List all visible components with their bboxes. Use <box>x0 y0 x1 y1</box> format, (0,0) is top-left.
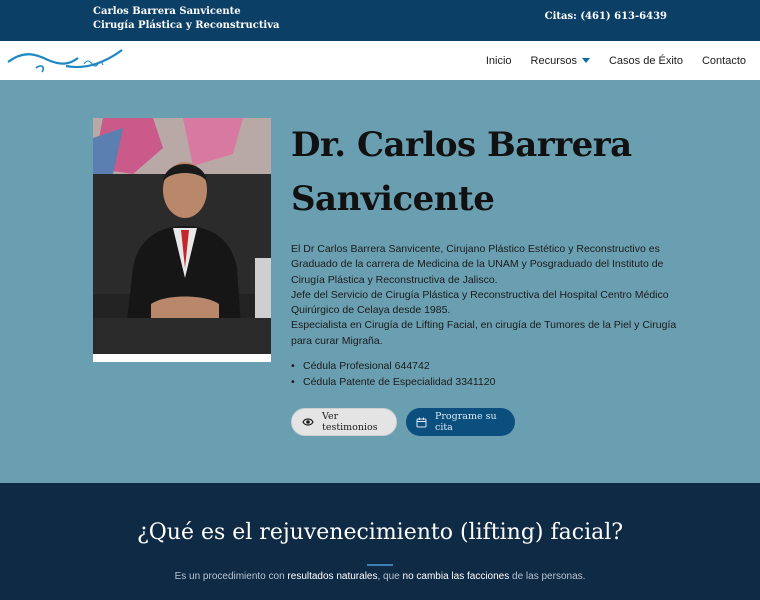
programe-cita-button[interactable]: Programe su cita <box>406 408 515 436</box>
credentials-list: Cédula Profesional 644742 Cédula Patente… <box>291 358 495 390</box>
credential-item: Cédula Patente de Especialidad 3341120 <box>291 374 495 390</box>
page-title: Dr. Carlos Barrera Sanvicente <box>291 125 632 219</box>
nav-label: Recursos <box>530 54 577 67</box>
intro-text: , que <box>377 571 403 582</box>
nav-recursos[interactable]: Recursos <box>531 55 590 67</box>
brand-name[interactable]: Carlos Barrera Sanvicente <box>93 5 280 19</box>
intro-text: de las personas. <box>509 571 586 582</box>
doctor-photo <box>93 118 271 362</box>
section-title: ¿Qué es el rejuvenecimiento (lifting) fa… <box>136 520 624 545</box>
intro-highlight: resultados naturales <box>287 571 378 582</box>
nav-contacto[interactable]: Contacto <box>702 55 746 67</box>
nav-label: Contacto <box>701 54 746 67</box>
navbar: Inicio Recursos Casos de Éxito Contacto <box>0 41 760 80</box>
section-divider <box>367 564 393 566</box>
logo-wave-icon[interactable] <box>6 44 124 78</box>
nav-inicio[interactable]: Inicio <box>486 55 512 67</box>
intro-text: Es un procedimiento con <box>174 571 288 582</box>
section-intro: Es un procedimiento con resultados natur… <box>0 571 760 582</box>
bio-paragraph: Especialista en Cirugía de Lifting Facia… <box>291 319 677 347</box>
lifting-info-section: ¿Qué es el rejuvenecimiento (lifting) fa… <box>0 483 760 600</box>
nav-label: Casos de Éxito <box>608 54 683 67</box>
main-nav: Inicio Recursos Casos de Éxito Contacto <box>467 41 746 80</box>
nav-label: Inicio <box>485 54 512 67</box>
intro-highlight: no cambia las facciones <box>402 571 510 582</box>
button-label: Programe su cita <box>435 411 497 433</box>
nav-casos-de-exito[interactable]: Casos de Éxito <box>609 55 683 67</box>
top-bar: Carlos Barrera Sanvicente Cirugía Plásti… <box>0 0 760 41</box>
button-label: Ver testimonios <box>322 411 378 433</box>
bio-paragraph: El Dr Carlos Barrera Sanvicente, Cirujan… <box>291 243 664 286</box>
chevron-down-icon <box>581 58 590 63</box>
doctor-bio: El Dr Carlos Barrera Sanvicente, Cirujan… <box>291 242 681 349</box>
bio-paragraph: Jefe del Servicio de Cirugía Plástica y … <box>291 288 669 317</box>
credential-item: Cédula Profesional 644742 <box>291 358 495 374</box>
hero-section: Dr. Carlos Barrera Sanvicente El Dr Carl… <box>0 80 760 483</box>
appointment-phone[interactable]: Citas: (461) 613-6439 <box>545 11 667 22</box>
ver-testimonios-button[interactable]: Ver testimonios <box>291 408 397 436</box>
calendar-icon <box>416 417 427 428</box>
eye-icon <box>302 417 314 427</box>
brand-specialty[interactable]: Cirugía Plástica y Reconstructiva <box>93 19 280 33</box>
brand-text[interactable]: Carlos Barrera Sanvicente Cirugía Plásti… <box>93 5 280 32</box>
